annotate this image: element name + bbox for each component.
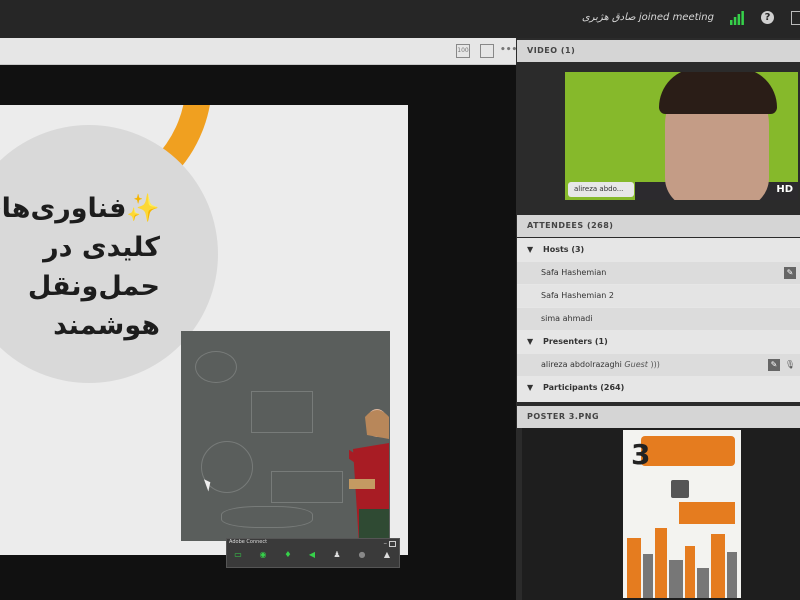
poster-building: [643, 554, 653, 598]
chevron-down-icon: ▼: [527, 245, 534, 254]
share-pod-toolbar: 100 •••: [0, 38, 517, 65]
microphone-icon[interactable]: 🎙: [784, 359, 796, 371]
chat-icon[interactable]: ●: [357, 550, 367, 560]
poster-pod: 3: [522, 428, 800, 600]
poster-info-box: [679, 502, 735, 524]
attendee-name: sima ahmadi: [541, 314, 593, 323]
webcam-video[interactable]: alireza abdo... HD: [565, 72, 798, 200]
chalk-doodle: [271, 471, 343, 503]
attendee-row[interactable]: Safa Hashemian ✎: [517, 262, 800, 284]
hosts-group[interactable]: ▼ Hosts (3): [517, 239, 800, 261]
poster-pod-header: POSTER 3.PNG: [517, 406, 800, 428]
poster-portrait: [671, 480, 689, 498]
poster-number: 3: [631, 438, 651, 471]
attendee-row[interactable]: sima ahmadi: [517, 308, 800, 330]
participants-group[interactable]: ▼ Participants (264): [517, 377, 800, 399]
top-bar: صادق هژبری joined meeting ?: [0, 0, 800, 38]
attendee-row[interactable]: alireza abdolrazaghi Guest ))) ✎ 🎙: [517, 354, 800, 376]
slide-photo: [181, 331, 390, 541]
notice-name: صادق هژبری: [581, 12, 636, 23]
chalk-doodle: [195, 351, 237, 383]
more-options-icon[interactable]: •••: [500, 44, 517, 56]
chalk-doodle: [221, 506, 313, 528]
slide-title-line: کلیدی در: [43, 232, 160, 263]
group-label: Presenters (1): [543, 337, 608, 346]
poster-building: [711, 534, 725, 598]
help-icon[interactable]: ?: [761, 11, 774, 24]
attendees-header: ATTENDEES (268): [517, 215, 800, 237]
poster-building: [669, 560, 683, 598]
minimize-icon[interactable]: –: [384, 539, 388, 547]
restore-icon[interactable]: [389, 541, 396, 547]
adobe-label: Adobe Connect: [229, 539, 268, 545]
slide-title-line: ✨فناوری‌های: [0, 193, 160, 224]
slide-title: ✨فناوری‌های کلیدی در حمل‌ونقل هوشمند: [0, 189, 160, 345]
attendee-row[interactable]: Safa Hashemian 2: [517, 285, 800, 307]
slide-title-line: حمل‌ونقل: [27, 271, 160, 302]
speaker-icon[interactable]: ◀: [307, 550, 317, 560]
poster-building: [655, 528, 667, 598]
speaking-icon: ))): [650, 360, 660, 369]
signal-bars-icon[interactable]: [730, 11, 744, 25]
poster-building: [697, 568, 709, 598]
fullscreen-icon[interactable]: [791, 11, 800, 25]
microphone-icon[interactable]: ♦: [283, 550, 293, 560]
attendees-list: ▼ Hosts (3) Safa Hashemian ✎ Safa Hashem…: [517, 238, 800, 402]
poster-building: [727, 552, 737, 598]
webcam-icon[interactable]: ◉: [258, 550, 268, 560]
teacher-figure: [349, 409, 389, 541]
video-pod-header: VIDEO (1): [517, 40, 800, 62]
fit-screen-icon[interactable]: [480, 44, 494, 58]
share-pod: 100 ••• ✨فناوری‌های کلیدی در حمل‌ونقل هو…: [0, 38, 517, 600]
attendee-name: Safa Hashemian: [541, 268, 607, 277]
poster-image: 3: [623, 430, 741, 598]
poster-building: [685, 546, 695, 598]
notification-icon[interactable]: ▲: [382, 550, 392, 560]
hd-badge: HD: [776, 184, 793, 195]
video-name-tag: alireza abdo...: [568, 182, 634, 197]
chevron-down-icon: ▼: [527, 337, 534, 346]
attendee-status-icon[interactable]: ♟: [332, 550, 342, 560]
pen-icon[interactable]: ✎: [784, 267, 796, 279]
attendee-role: Guest: [624, 360, 648, 369]
presentation-slide: ✨فناوری‌های کلیدی در حمل‌ونقل هوشمند: [0, 105, 408, 555]
slide-title-line: هوشمند: [53, 310, 160, 341]
pen-icon[interactable]: ✎: [768, 359, 780, 371]
group-label: Hosts (3): [543, 245, 585, 254]
attendee-name: alireza abdolrazaghi: [541, 360, 622, 369]
video-hair: [659, 72, 777, 114]
poster-building: [627, 538, 641, 598]
zoom-100-icon[interactable]: 100: [456, 44, 470, 58]
group-label: Participants (264): [543, 383, 625, 392]
join-notification: صادق هژبری joined meeting: [582, 12, 714, 23]
chalk-doodle: [251, 391, 313, 433]
adobe-connect-mini-bar: Adobe Connect – ▭ ◉ ♦ ◀ ♟ ● ▲: [226, 538, 400, 568]
chevron-down-icon: ▼: [527, 383, 534, 392]
poster-banner: [641, 436, 735, 466]
share-screen-icon[interactable]: ▭: [233, 550, 243, 560]
notice-text: joined meeting: [638, 12, 714, 23]
presenters-group[interactable]: ▼ Presenters (1): [517, 331, 800, 353]
attendee-name: Safa Hashemian 2: [541, 291, 614, 300]
right-panel: VIDEO (1) alireza abdo... HD ATTENDEES (…: [517, 38, 800, 600]
